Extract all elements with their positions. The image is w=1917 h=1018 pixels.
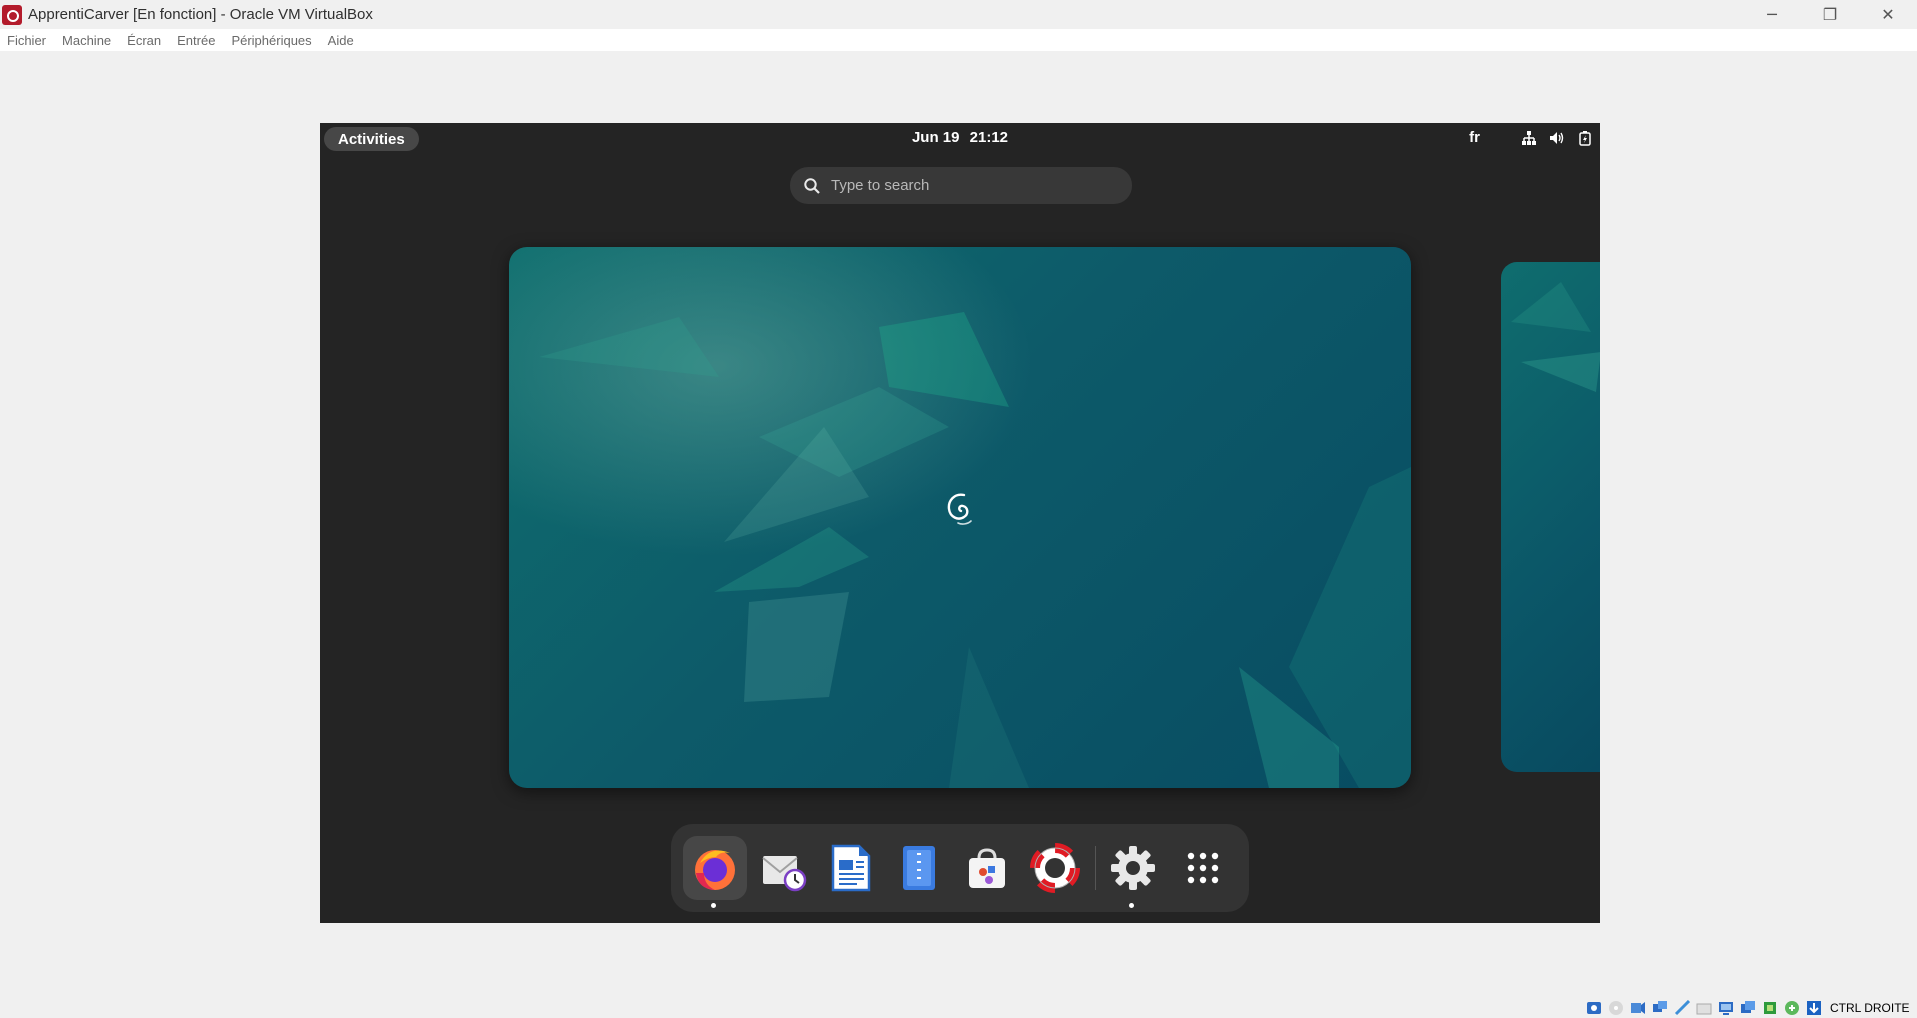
optical-drive-icon[interactable] [1606,999,1625,1017]
settings-gear-icon [1111,846,1155,890]
running-indicator [1129,903,1134,908]
minimize-button[interactable]: ─ [1743,0,1801,29]
libreoffice-writer-icon [831,844,871,892]
window-controls: ─ ❐ ✕ [1743,0,1917,29]
audio-icon[interactable] [1628,999,1647,1017]
show-apps-grid-icon [1187,852,1219,884]
volume-icon [1548,129,1566,147]
workspace-thumbnail-next[interactable] [1501,262,1600,772]
clock-date: Jun 19 [911,129,960,146]
dock-writer[interactable] [819,836,883,900]
dock-software[interactable] [955,836,1019,900]
software-store-icon [969,848,1005,888]
vm-screen[interactable]: Activities Jun 19 21:12 fr [320,123,1600,923]
window-titlebar[interactable]: ApprentiCarver [En fonction] - Oracle VM… [0,0,1917,29]
menu-peripheriques[interactable]: Périphériques [223,33,319,48]
gnome-top-bar: Activities Jun 19 21:12 fr [320,123,1600,153]
system-tray[interactable] [1520,123,1594,153]
menu-fichier[interactable]: Fichier [0,33,54,48]
help-lifebuoy-icon [1030,843,1080,893]
firefox-icon [695,850,735,890]
evolution-mail-icon [762,856,807,892]
video-capture-icon[interactable] [1738,999,1757,1017]
menu-bar: Fichier Machine Écran Entrée Périphériqu… [0,29,1917,51]
battery-icon [1576,129,1594,147]
dock-separator [1095,846,1096,890]
restore-button[interactable]: ❐ [1801,0,1859,29]
dock-help[interactable] [1023,836,1087,900]
dock-evolution[interactable] [751,836,815,900]
shared-folders-icon[interactable] [1694,999,1713,1017]
menu-ecran[interactable]: Écran [119,33,169,48]
hard-disk-icon[interactable] [1584,999,1603,1017]
mouse-integration-icon[interactable] [1782,999,1801,1017]
cpu-icon[interactable] [1760,999,1779,1017]
clock-time: 21:12 [969,129,1009,146]
keyboard-layout-indicator[interactable]: fr [1469,123,1480,153]
clock[interactable]: Jun 19 21:12 [320,123,1600,153]
file-roller-icon [903,846,935,890]
host-key-arrow-icon[interactable] [1804,999,1823,1017]
menu-machine[interactable]: Machine [54,33,119,48]
debian-logo-icon [947,493,972,525]
close-button[interactable]: ✕ [1859,0,1917,29]
usb-icon[interactable] [1672,999,1691,1017]
menu-entree[interactable]: Entrée [169,33,223,48]
menu-aide[interactable]: Aide [320,33,362,48]
search-icon [804,177,820,194]
host-key-label: CTRL DROITE [1830,1000,1910,1015]
dock-settings[interactable] [1101,836,1165,908]
network-icon [1520,129,1538,147]
dock-archive[interactable] [887,836,951,900]
vbox-status-bar: CTRL DROITE [1584,997,1910,1018]
running-indicator [711,903,716,908]
display-icon[interactable] [1716,999,1735,1017]
dash-dock [671,824,1249,912]
workspace-thumbnail-current[interactable] [509,247,1411,788]
overview-search[interactable] [790,167,1132,204]
window-title: ApprentiCarver [En fonction] - Oracle VM… [28,6,373,23]
dock-firefox[interactable] [683,836,747,908]
network-adapters-icon[interactable] [1650,999,1669,1017]
virtualbox-app-icon [2,4,22,25]
dock-show-apps[interactable] [1171,836,1235,900]
wallpaper-shapes-next [1511,282,1600,392]
search-input[interactable] [831,177,1091,194]
